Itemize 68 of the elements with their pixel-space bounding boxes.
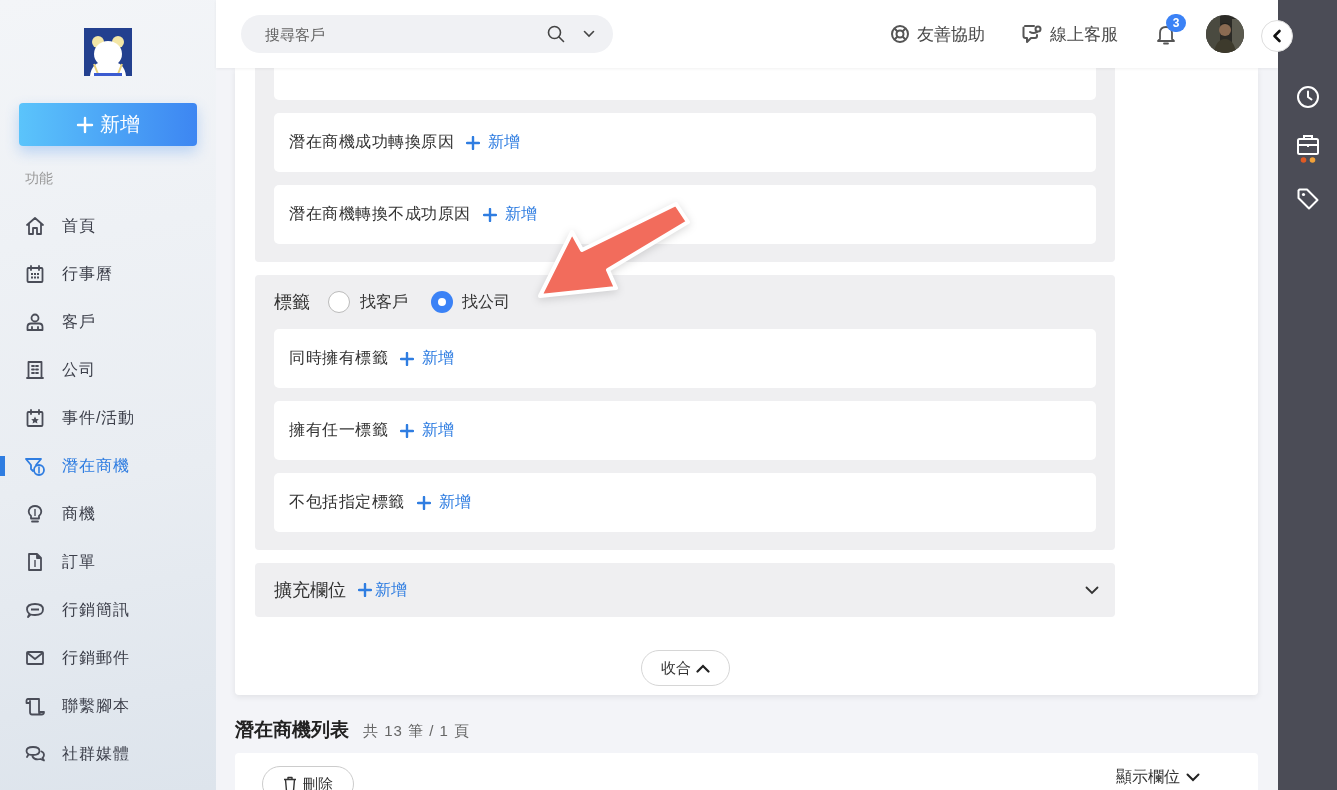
nav-item[interactable]: 聯繫腳本: [0, 682, 216, 730]
funnel-dollar-icon: [24, 455, 46, 477]
active-indicator: [0, 456, 5, 476]
radio-option[interactable]: 找客戶: [328, 291, 408, 313]
plus-icon: [466, 135, 480, 150]
plus-icon: [76, 115, 94, 134]
nav-item[interactable]: 公司: [0, 346, 216, 394]
home-icon: [24, 215, 46, 237]
briefcase-icon[interactable]: [1295, 133, 1320, 163]
chevron-up-icon: [695, 663, 710, 673]
radio-option[interactable]: 找公司: [432, 291, 510, 313]
add-link[interactable]: 新增: [358, 579, 407, 601]
nav-item[interactable]: 客戶: [0, 298, 216, 346]
add-link[interactable]: 新增: [482, 204, 537, 225]
lifebuoy-icon: [890, 24, 910, 44]
logo: [84, 28, 132, 76]
radio-button[interactable]: [432, 292, 452, 312]
plus-icon: [400, 351, 414, 366]
clock-icon[interactable]: [1295, 85, 1320, 109]
notification-badge: 3: [1166, 14, 1186, 32]
support-link[interactable]: 線上客服: [1021, 22, 1118, 46]
search-input[interactable]: 搜尋客戶: [263, 24, 531, 44]
user-icon: [24, 311, 46, 333]
nav-item[interactable]: 行銷郵件: [0, 634, 216, 682]
nav-item[interactable]: 社群媒體: [0, 730, 216, 778]
add-link[interactable]: 新增: [400, 348, 454, 369]
chevron-down-icon[interactable]: [1085, 585, 1099, 595]
nav-item[interactable]: 商機: [0, 490, 216, 538]
field-label: 潛在商機轉換不成功原因: [289, 204, 471, 224]
search-field[interactable]: 搜尋客戶: [241, 15, 613, 53]
building-icon: [24, 359, 46, 381]
list-title: 潛在商機列表: [235, 718, 349, 742]
chevron-left-icon: [1272, 29, 1282, 43]
trash-icon: [283, 776, 297, 790]
chevron-down-icon[interactable]: [583, 30, 595, 38]
search-icon[interactable]: [547, 25, 565, 43]
section-label: 功能: [25, 170, 54, 188]
plus-icon: [482, 207, 497, 222]
chat-headset-icon: [1021, 23, 1043, 45]
list-summary: 共 13 筆 / 1 頁: [363, 722, 471, 741]
field-label: 擁有任一標籤: [289, 420, 388, 440]
nav-item[interactable]: 行事曆: [0, 250, 216, 298]
nav-item[interactable]: 訂單: [0, 538, 216, 586]
collapse-button[interactable]: 收合: [640, 650, 730, 686]
add-link[interactable]: 新增: [466, 132, 520, 153]
plus-icon: [416, 495, 431, 510]
tag-icon[interactable]: [1295, 187, 1320, 211]
delete-button[interactable]: 刪除: [262, 766, 354, 790]
radio-button[interactable]: [328, 291, 350, 313]
nav-item[interactable]: 首頁: [0, 202, 216, 250]
field-label: 同時擁有標籤: [289, 348, 388, 368]
nav-item[interactable]: 行銷簡訊: [0, 586, 216, 634]
add-link[interactable]: 新增: [400, 420, 454, 441]
field-label: 不包括指定標籤: [289, 492, 405, 512]
nav-item[interactable]: 潛在商機: [0, 442, 216, 490]
field-label: 潛在商機成功轉換原因: [289, 132, 454, 152]
scroll-icon: [24, 695, 46, 717]
group-title: 擴充欄位: [274, 579, 346, 602]
calendar-star-icon: [24, 407, 46, 429]
plus-icon: [400, 423, 414, 438]
group-title: 標籤: [274, 291, 310, 314]
nav-item[interactable]: 事件/活動: [0, 394, 216, 442]
chevron-down-icon: [1186, 772, 1200, 782]
help-link[interactable]: 友善協助: [890, 22, 985, 46]
plus-icon: [358, 583, 372, 597]
columns-dropdown[interactable]: 顯示欄位: [1116, 768, 1200, 786]
calendar-icon: [24, 263, 46, 285]
add-link[interactable]: 新增: [416, 492, 471, 513]
